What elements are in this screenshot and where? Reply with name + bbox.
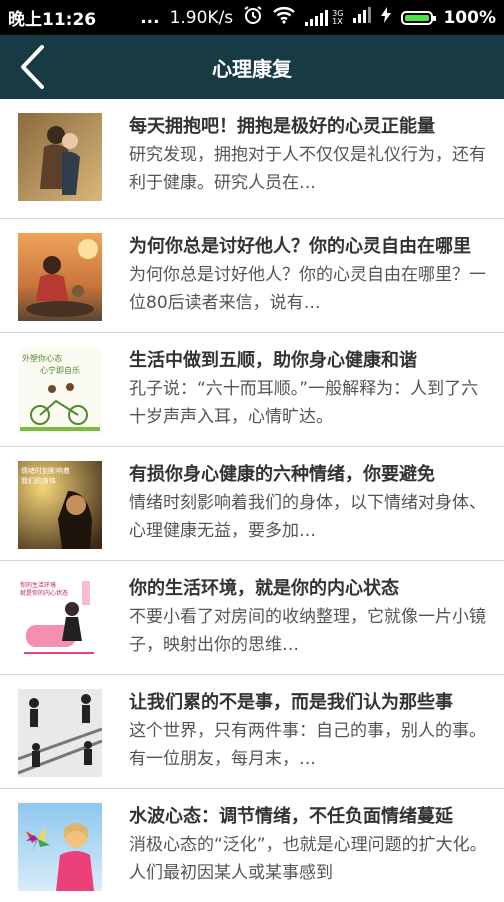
- article-thumbnail: [18, 113, 102, 201]
- article-title: 你的生活环境，就是你的内心状态: [129, 578, 399, 599]
- article-summary: 研究发现，拥抱对于人不仅仅是礼仪行为，还有利于健康。研究人员在…: [129, 145, 486, 193]
- list-item[interactable]: 你的生活环境 就是你的内心状态 你的生活环境，就是你的内心状态 不要小看了对房间…: [0, 560, 504, 674]
- article-summary: 孔子说：“六十而耳顺。”一般解释为：人到了六十岁声声入耳，心情旷达。: [129, 379, 479, 427]
- list-item[interactable]: 情绪时刻影响着 我们的身体 有损你身心健康的六种情绪，你要避免 情绪时刻影响着我…: [0, 446, 504, 560]
- article-thumbnail: 情绪时刻影响着 我们的身体: [18, 461, 102, 549]
- thumb-caption-line2: 就是你的内心状态: [20, 589, 68, 597]
- net-type-1x: 1X: [332, 16, 343, 26]
- battery-percent: 100%: [443, 7, 496, 28]
- list-item[interactable]: 外塑你心态 心宁即自乐 生活中做到五顺，助你身心健康和谐 孔子说：“六十而耳顺。…: [0, 332, 504, 446]
- back-button[interactable]: [8, 43, 56, 91]
- list-item[interactable]: 水波心态：调节情绪，不任负面情绪蔓延 消极心态的“泛化”，也就是心理问题的扩大化…: [0, 788, 504, 902]
- article-title: 让我们累的不是事，而是我们认为那些事: [129, 692, 453, 713]
- battery-icon: [401, 10, 437, 25]
- list-item[interactable]: 让我们累的不是事，而是我们认为那些事 这个世界，只有两件事：自己的事，别人的事。…: [0, 674, 504, 788]
- article-thumbnail: 你的生活环境 就是你的内心状态: [18, 575, 102, 663]
- status-dots: ...: [140, 7, 160, 28]
- status-bar: 晚上11:26 ... 1.90K/s 3G 1X 100%: [0, 0, 504, 35]
- thumb-caption-line1: 情绪时刻影响着: [21, 466, 70, 475]
- article-summary: 情绪时刻影响着我们的身体，以下情绪对身体、心理健康无益，要多加…: [129, 493, 486, 541]
- signal-icon: [353, 7, 372, 28]
- article-list: 每天拥抱吧！拥抱是极好的心灵正能量 研究发现，拥抱对于人不仅仅是礼仪行为，还有利…: [0, 99, 504, 902]
- article-thumbnail: 外塑你心态 心宁即自乐: [18, 347, 102, 435]
- article-title: 有损你身心健康的六种情绪，你要避免: [129, 464, 435, 485]
- thumb-caption-line1: 外塑你心态: [22, 353, 62, 363]
- article-summary: 不要小看了对房间的收纳整理，它就像一片小镜子，映射出你的思维…: [129, 607, 486, 655]
- article-summary: 为何你总是讨好他人？你的心灵自由在哪里？一位80后读者来信，说有…: [129, 265, 486, 313]
- article-title: 水波心态：调节情绪，不任负面情绪蔓延: [129, 806, 453, 827]
- article-thumbnail: [18, 233, 102, 321]
- status-right: ... 1.90K/s 3G 1X 100%: [140, 5, 496, 30]
- article-title: 为何你总是讨好他人？你的心灵自由在哪里: [129, 236, 471, 257]
- article-title: 每天拥抱吧！拥抱是极好的心灵正能量: [129, 116, 435, 137]
- network-speed: 1.90K/s: [169, 7, 234, 28]
- status-time: 晚上11:26: [8, 10, 97, 30]
- charging-icon: [381, 7, 392, 28]
- thumb-caption-line2: 我们的身体: [21, 476, 56, 485]
- article-thumbnail: [18, 689, 102, 777]
- thumb-caption-line1: 你的生活环境: [20, 581, 56, 589]
- list-item[interactable]: 为何你总是讨好他人？你的心灵自由在哪里 为何你总是讨好他人？你的心灵自由在哪里？…: [0, 218, 504, 332]
- article-title: 生活中做到五顺，助你身心健康和谐: [129, 350, 417, 371]
- article-summary: 这个世界，只有两件事：自己的事，别人的事。有一位朋友，每月末，…: [129, 721, 486, 769]
- wifi-icon: [273, 6, 296, 29]
- article-thumbnail: [18, 803, 102, 891]
- list-item[interactable]: 每天拥抱吧！拥抱是极好的心灵正能量 研究发现，拥抱对于人不仅仅是礼仪行为，还有利…: [0, 99, 504, 218]
- article-summary: 消极心态的“泛化”，也就是心理问题的扩大化。人们最初因某人或某事感到: [129, 835, 487, 883]
- chevron-left-icon: [21, 45, 44, 89]
- signal-3g-icon: 3G 1X: [305, 9, 343, 26]
- thumb-caption-line2: 心宁即自乐: [40, 365, 80, 375]
- alarm-icon: [243, 5, 263, 30]
- page-title: 心理康复: [212, 56, 292, 81]
- app-bar: 心理康复: [0, 35, 504, 99]
